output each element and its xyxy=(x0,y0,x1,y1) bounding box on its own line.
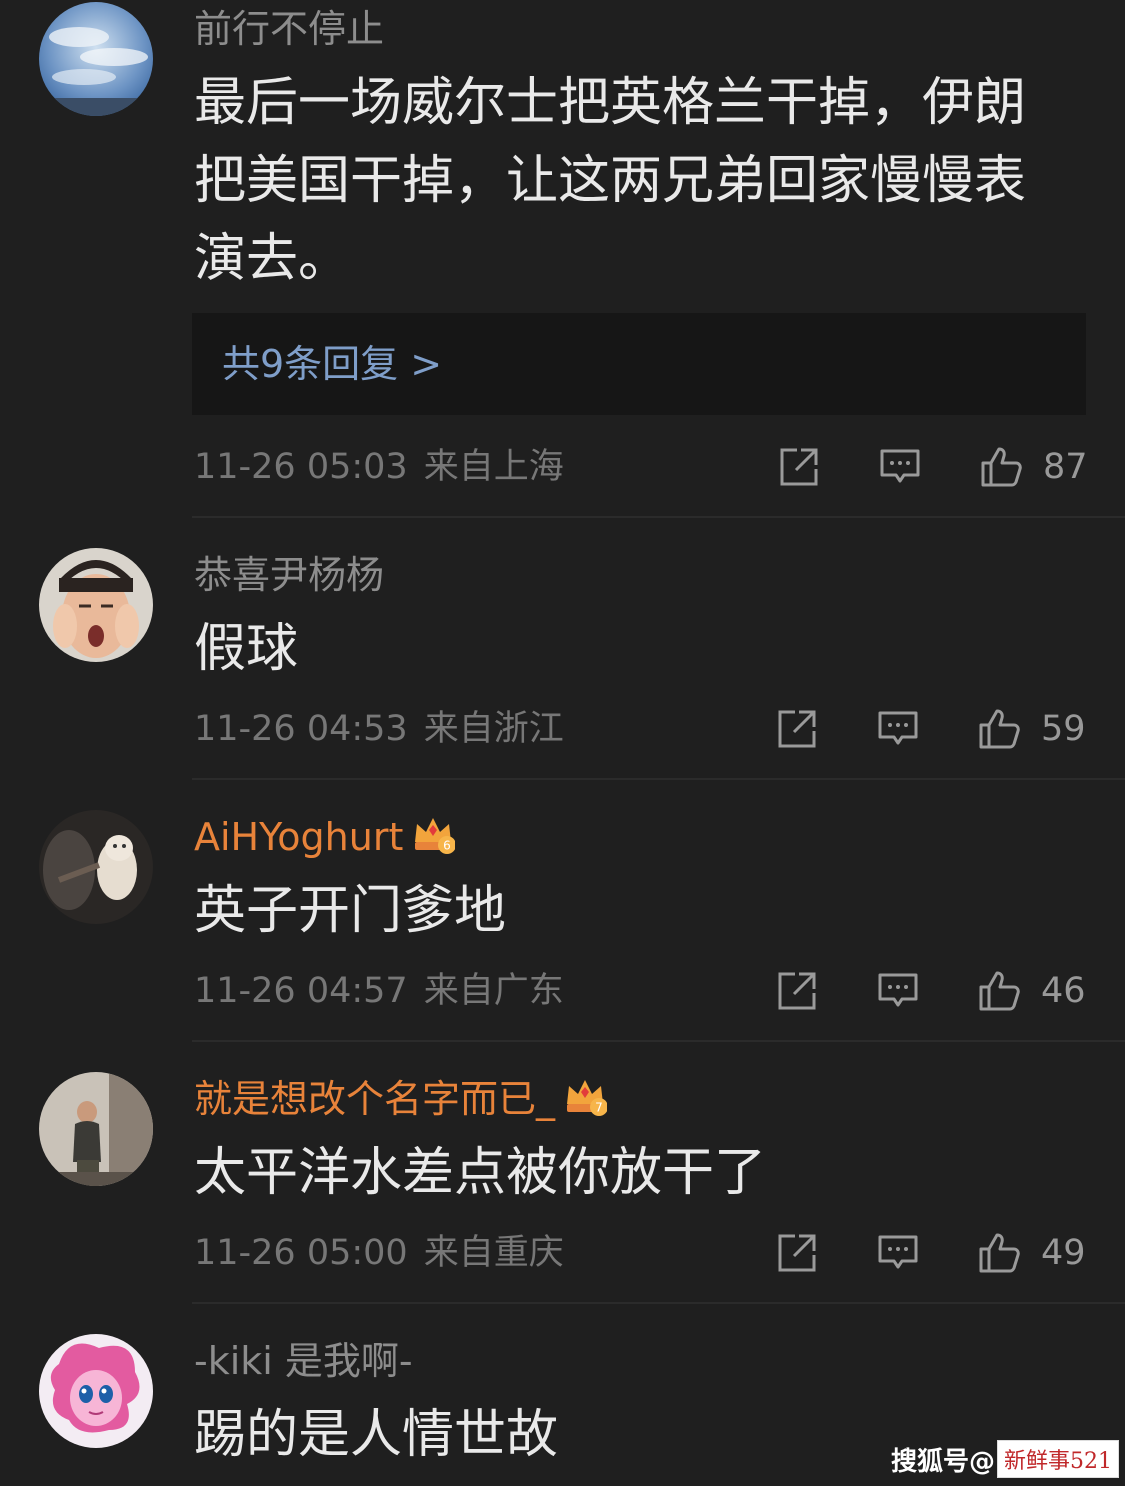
avatar[interactable] xyxy=(39,1334,153,1448)
comment-feed: 前行不停止 最后一场威尔士把英格兰干掉，伊朗把美国干掉，让这两兄弟回家慢慢表演去… xyxy=(0,0,1125,1486)
timestamp: 11-26 05:03 xyxy=(194,447,408,487)
vip-crown-icon: 7 xyxy=(563,1074,609,1118)
avatar[interactable] xyxy=(39,2,153,116)
like-button[interactable] xyxy=(978,969,1022,1013)
divider xyxy=(192,778,1125,780)
thumbs-up-icon xyxy=(979,971,1020,1011)
comment-icon xyxy=(878,1235,918,1269)
divider xyxy=(192,516,1125,518)
like-button[interactable] xyxy=(980,445,1024,489)
vip-level: 6 xyxy=(444,839,452,853)
share-button[interactable] xyxy=(777,445,821,489)
comment-icon xyxy=(880,449,920,483)
watermark-account: 新鲜事521 xyxy=(997,1440,1119,1478)
comment-meta: 11-26 05:03 来自上海 xyxy=(194,442,564,492)
avatar[interactable] xyxy=(39,1072,153,1186)
username[interactable]: AiHYoghurt 6 xyxy=(194,812,457,862)
share-button[interactable] xyxy=(775,969,819,1013)
comment-button[interactable] xyxy=(876,969,920,1013)
comment-button[interactable] xyxy=(878,445,922,489)
like-button[interactable] xyxy=(978,1231,1022,1275)
location: 来自上海 xyxy=(423,447,564,487)
username[interactable]: 恭喜尹杨杨 xyxy=(194,550,384,600)
share-icon xyxy=(778,972,816,1010)
username[interactable]: 就是想改个名字而已_ 7 xyxy=(194,1074,609,1124)
comment-meta: 11-26 04:53 来自浙江 xyxy=(194,704,564,754)
timestamp: 11-26 05:00 xyxy=(194,1233,408,1273)
comment-text: 太平洋水差点被你放干了 xyxy=(194,1143,767,1203)
view-replies-link[interactable]: 共9条回复 > xyxy=(222,313,442,415)
like-count: 49 xyxy=(1041,1233,1086,1273)
avatar[interactable] xyxy=(39,810,153,924)
comment-text: 英子开门爹地 xyxy=(194,881,507,941)
comment-button[interactable] xyxy=(876,1231,920,1275)
share-button[interactable] xyxy=(775,707,819,751)
username[interactable]: 前行不停止 xyxy=(194,4,384,54)
thumbs-up-icon xyxy=(981,447,1022,487)
vip-level: 7 xyxy=(595,1101,603,1115)
username[interactable]: -kiki 是我啊- xyxy=(194,1336,413,1386)
comment-text: 最后一场威尔士把英格兰干掉，伊朗把美国干掉，让这两兄弟回家慢慢表演去。 xyxy=(194,73,1027,289)
like-count: 59 xyxy=(1041,709,1086,749)
username-text[interactable]: AiHYoghurt xyxy=(194,815,403,859)
vip-crown-icon: 6 xyxy=(411,812,457,856)
share-icon xyxy=(778,1234,816,1272)
timestamp: 11-26 04:57 xyxy=(194,971,408,1011)
location: 来自重庆 xyxy=(423,1233,564,1273)
watermark: 搜狐号@ 新鲜事521 xyxy=(891,1440,1119,1478)
like-count: 46 xyxy=(1041,971,1086,1011)
comment-button[interactable] xyxy=(876,707,920,751)
like-count: 87 xyxy=(1043,447,1088,487)
comment-meta: 11-26 04:57 来自广东 xyxy=(194,966,564,1016)
like-button[interactable] xyxy=(978,707,1022,751)
thumbs-up-icon xyxy=(979,709,1020,749)
comment-text: 假球 xyxy=(194,619,299,679)
divider xyxy=(192,1302,1125,1304)
location: 来自浙江 xyxy=(423,709,564,749)
replies-panel[interactable]: 共9条回复 > xyxy=(192,313,1086,415)
share-icon xyxy=(780,448,818,486)
avatar[interactable] xyxy=(39,548,153,662)
comment-icon xyxy=(878,973,918,1007)
thumbs-up-icon xyxy=(979,1233,1020,1273)
divider xyxy=(192,1040,1125,1042)
watermark-platform: 搜狐号@ xyxy=(890,1446,995,1477)
timestamp: 11-26 04:53 xyxy=(194,709,408,749)
share-icon xyxy=(778,710,816,748)
username-text[interactable]: 就是想改个名字而已_ xyxy=(194,1077,555,1121)
comment-icon xyxy=(878,711,918,745)
location: 来自广东 xyxy=(423,971,564,1011)
share-button[interactable] xyxy=(775,1231,819,1275)
comment-meta: 11-26 05:00 来自重庆 xyxy=(194,1228,564,1278)
